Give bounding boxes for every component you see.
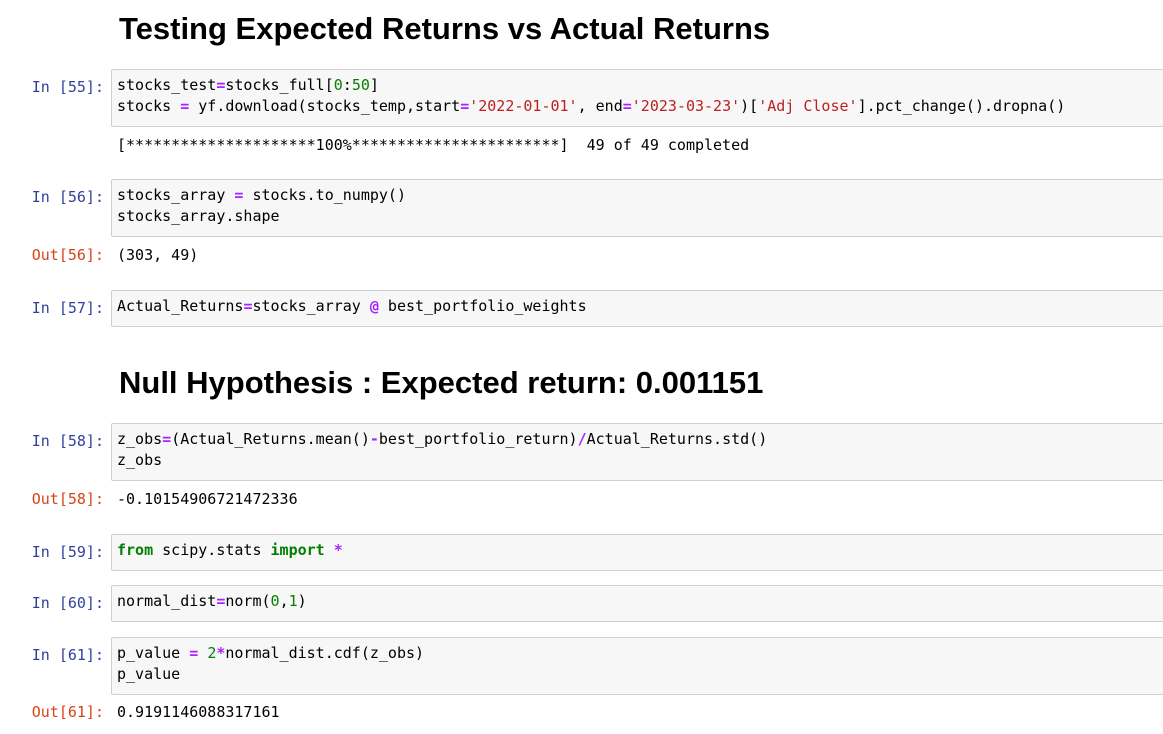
- cell-56-input-prompt: In [56]:: [31, 188, 104, 206]
- cell-58-input-prompt: In [58]:: [31, 432, 104, 450]
- code-line: p_value = 2*normal_dist.cdf(z_obs): [117, 643, 1163, 664]
- cell-58-code-editor[interactable]: z_obs=(Actual_Returns.mean()-best_portfo…: [111, 423, 1163, 481]
- cell-58-output: -0.10154906721472336: [117, 490, 298, 508]
- cell-55-input-prompt: In [55]:: [31, 78, 104, 96]
- code-operator: =: [180, 97, 190, 115]
- code-operator: =: [622, 97, 632, 115]
- code-number: 50: [351, 76, 370, 94]
- code-text: p_value: [117, 665, 181, 683]
- code-number: 1: [288, 592, 298, 610]
- code-operator: *: [333, 541, 343, 559]
- cell-55-progress-output: [*********************100%**************…: [117, 136, 750, 154]
- cell-56-output-prompt: Out[56]:: [31, 246, 104, 264]
- code-text: stocks_array: [252, 297, 370, 315]
- cell-56-output: (303, 49): [117, 246, 199, 264]
- code-text: stocks_array.shape: [117, 207, 280, 225]
- code-text: ): [297, 592, 307, 610]
- code-text: Actual_Returns.std(): [586, 430, 768, 448]
- cell-57-code-editor[interactable]: Actual_Returns=stocks_array @ best_portf…: [111, 290, 1163, 327]
- code-text: norm(: [225, 592, 271, 610]
- code-line: z_obs=(Actual_Returns.mean()-best_portfo…: [117, 429, 1163, 450]
- cell-55-code-editor[interactable]: stocks_test=stocks_full[0:50] stocks = y…: [111, 69, 1163, 127]
- code-text: best_portfolio_return): [378, 430, 578, 448]
- code-text: normal_dist.cdf(z_obs): [225, 644, 425, 662]
- code-line: p_value: [117, 664, 1163, 685]
- code-line: stocks_array = stocks.to_numpy(): [117, 185, 1163, 206]
- code-text: )[: [740, 97, 759, 115]
- code-operator: =: [189, 644, 199, 662]
- code-keyword: from: [117, 541, 154, 559]
- code-text: yf.download(stocks_temp,start: [189, 97, 461, 115]
- code-text: , end: [577, 97, 623, 115]
- code-text: z_obs: [117, 430, 163, 448]
- cell-59-input-prompt: In [59]:: [31, 543, 104, 561]
- code-line: z_obs: [117, 450, 1163, 471]
- code-keyword: import: [270, 541, 325, 559]
- code-text: (Actual_Returns.mean(): [171, 430, 370, 448]
- code-text: stocks_full[: [225, 76, 334, 94]
- code-string: '2023-03-23': [631, 97, 741, 115]
- code-operator: =: [162, 430, 172, 448]
- code-line: stocks = yf.download(stocks_temp,start='…: [117, 96, 1163, 117]
- cell-61-output: 0.9191146088317161: [117, 703, 280, 721]
- cell-56-code-editor[interactable]: stocks_array = stocks.to_numpy() stocks_…: [111, 179, 1163, 237]
- code-text: :: [342, 76, 352, 94]
- code-text: normal_dist: [117, 592, 217, 610]
- code-line: stocks_array.shape: [117, 206, 1163, 227]
- code-text: stocks_array: [117, 186, 235, 204]
- code-text: stocks_test: [117, 76, 217, 94]
- code-number: 2: [207, 644, 217, 662]
- code-text: ]: [369, 76, 379, 94]
- code-line: Actual_Returns=stocks_array @ best_portf…: [117, 296, 1163, 317]
- code-string: '2022-01-01': [469, 97, 578, 115]
- code-text: Actual_Returns: [117, 297, 244, 315]
- code-operator: /: [577, 430, 587, 448]
- code-operator: -: [369, 430, 379, 448]
- cell-61-output-prompt: Out[61]:: [31, 703, 104, 721]
- code-operator: @: [369, 297, 379, 315]
- cell-57-input-prompt: In [57]:: [31, 299, 104, 317]
- cell-60-code-editor[interactable]: normal_dist=norm(0,1): [111, 585, 1163, 622]
- section-heading-returns-test: Testing Expected Returns vs Actual Retur…: [119, 11, 771, 46]
- cell-59-code-editor[interactable]: from scipy.stats import *: [111, 534, 1163, 571]
- code-string: 'Adj Close': [758, 97, 858, 115]
- cell-61-input-prompt: In [61]:: [31, 646, 104, 664]
- code-text: stocks.to_numpy(): [243, 186, 406, 204]
- code-text: ].pct_change().dropna(): [857, 97, 1066, 115]
- code-line: from scipy.stats import *: [117, 540, 1163, 561]
- code-text: z_obs: [117, 451, 163, 469]
- code-number: 0: [333, 76, 343, 94]
- code-text: stocks: [117, 97, 181, 115]
- code-text: ,: [279, 592, 289, 610]
- cell-61-code-editor[interactable]: p_value = 2*normal_dist.cdf(z_obs) p_val…: [111, 637, 1163, 695]
- code-line: normal_dist=norm(0,1): [117, 591, 1163, 612]
- code-text: scipy.stats: [153, 541, 271, 559]
- code-number: 0: [270, 592, 280, 610]
- code-text: best_portfolio_weights: [378, 297, 587, 315]
- cell-58-output-prompt: Out[58]:: [31, 490, 104, 508]
- section-heading-null-hypothesis: Null Hypothesis : Expected return: 0.001…: [119, 365, 764, 400]
- code-operator: =: [460, 97, 470, 115]
- code-text: p_value: [117, 644, 190, 662]
- code-line: stocks_test=stocks_full[0:50]: [117, 75, 1163, 96]
- cell-60-input-prompt: In [60]:: [31, 594, 104, 612]
